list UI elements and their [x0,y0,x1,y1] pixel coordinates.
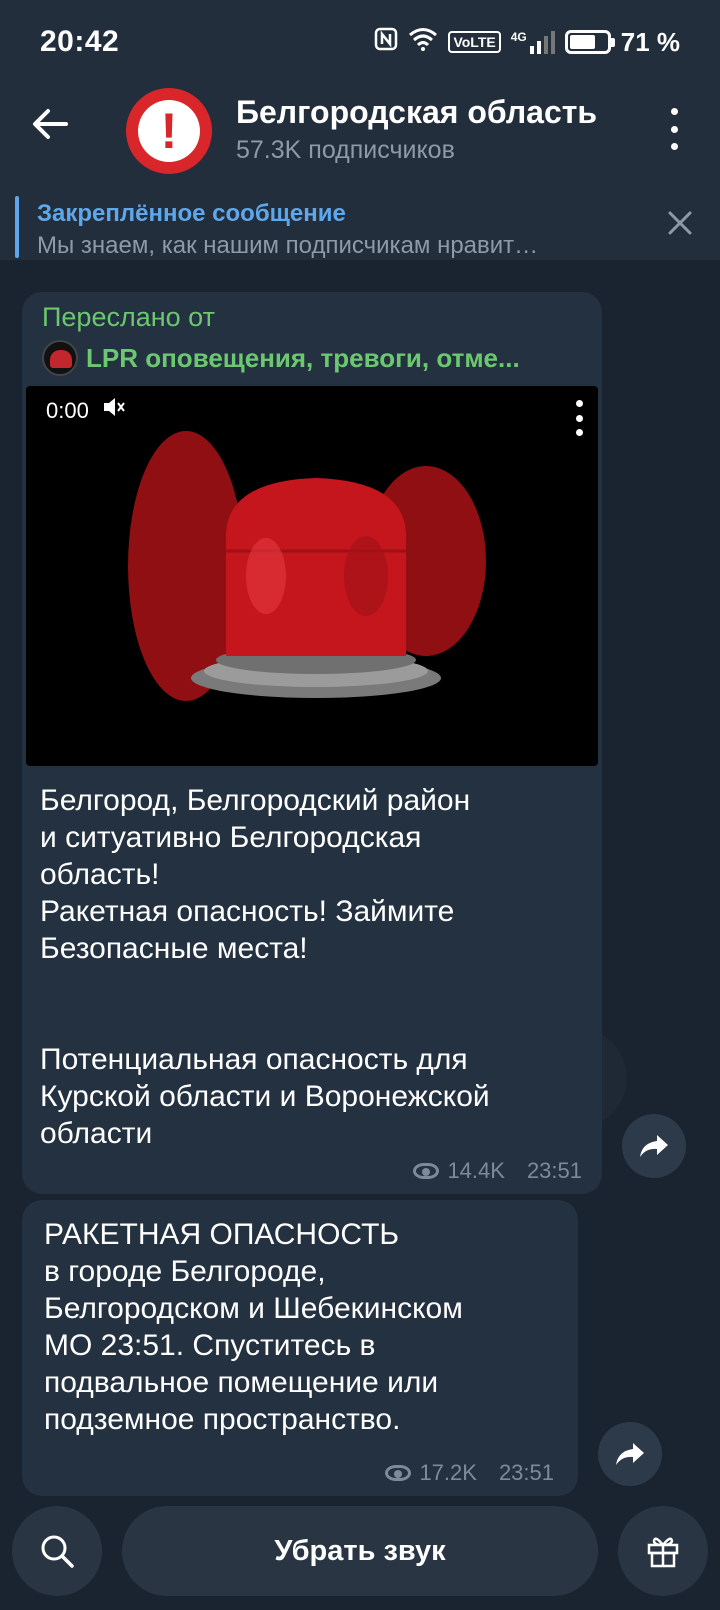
forwarded-from[interactable]: LPR оповещения, тревоги, отме... [42,340,556,376]
pinned-indicator [15,196,19,258]
network-type: 4G [510,30,527,44]
vertical-dots-icon [670,108,678,115]
search-button[interactable] [12,1506,102,1596]
message-time: 23:51 [526,1158,582,1183]
view-count: 14.4K [447,1158,505,1183]
forward-button[interactable] [598,1422,662,1486]
video-menu-button[interactable] [576,400,584,436]
speaker-muted-icon[interactable] [102,396,126,424]
share-arrow-icon [616,1443,644,1465]
eye-icon [385,1465,412,1481]
message-bubble[interactable]: Переслано от LPR оповещения, тревоги, от… [22,292,602,1194]
forwarded-channel-name[interactable]: LPR оповещения, тревоги, отме... [86,343,556,374]
alert-icon: ! [138,100,200,162]
message-bubble[interactable]: РАКЕТНАЯ ОПАСНОСТЬ в городе Белгороде, Б… [22,1200,578,1496]
nfc-icon [374,27,398,58]
subscriber-count: 57.3K подписчиков [236,136,455,164]
chat-header: ! Белгородская область 57.3K подписчиков… [0,84,720,260]
gift-icon [647,1537,679,1568]
pinned-message[interactable]: Закреплённое сообщение Мы знаем, как наш… [0,196,720,260]
gift-button[interactable] [618,1506,708,1596]
close-icon [668,211,692,235]
pinned-title: Закреплённое сообщение [37,200,346,227]
siren-animation [128,431,486,701]
wifi-icon [408,27,438,58]
message-meta: 17.2K 23:51 [385,1460,554,1486]
forwarded-avatar [42,340,78,376]
forwarded-label: Переслано от [42,302,215,332]
signal-icon: 4G [511,30,555,54]
battery-text: 71 % [620,26,680,57]
forward-button[interactable] [622,1114,686,1178]
channel-title[interactable]: Белгородская область [236,94,626,131]
video-timestamp: 0:00 [46,398,89,423]
message-text: Белгород, Белгородский район и ситуативн… [40,784,490,1150]
battery-icon [564,30,615,54]
pinned-close-button[interactable] [666,208,694,245]
back-button[interactable] [30,104,80,154]
message-meta: 14.4K 23:51 [413,1158,582,1184]
share-arrow-icon [640,1135,668,1157]
eye-icon [413,1163,440,1179]
status-icons: VoLTE 4G 71 % [374,27,680,58]
more-options-button[interactable] [664,104,684,154]
video-player[interactable]: 0:00 [26,386,598,766]
arrow-left-icon [33,109,68,139]
channel-avatar[interactable]: ! [126,88,212,174]
vertical-dots-icon [576,400,583,407]
volte-badge: VoLTE [448,31,501,53]
bottom-bar: Убрать звук [0,1506,720,1610]
battery-fill [569,35,596,49]
view-count: 17.2K [419,1460,477,1485]
status-time: 20:42 [40,25,120,58]
message-text: РАКЕТНАЯ ОПАСНОСТЬ в городе Белгороде, Б… [44,1218,463,1436]
pinned-text: Мы знаем, как нашим подписчикам нравит… [37,232,539,259]
search-icon [41,1535,74,1568]
message-time: 23:51 [498,1460,554,1485]
mute-channel-button[interactable]: Убрать звук [122,1506,598,1596]
status-bar: 20:42 VoLTE 4G 71 % [0,0,720,84]
